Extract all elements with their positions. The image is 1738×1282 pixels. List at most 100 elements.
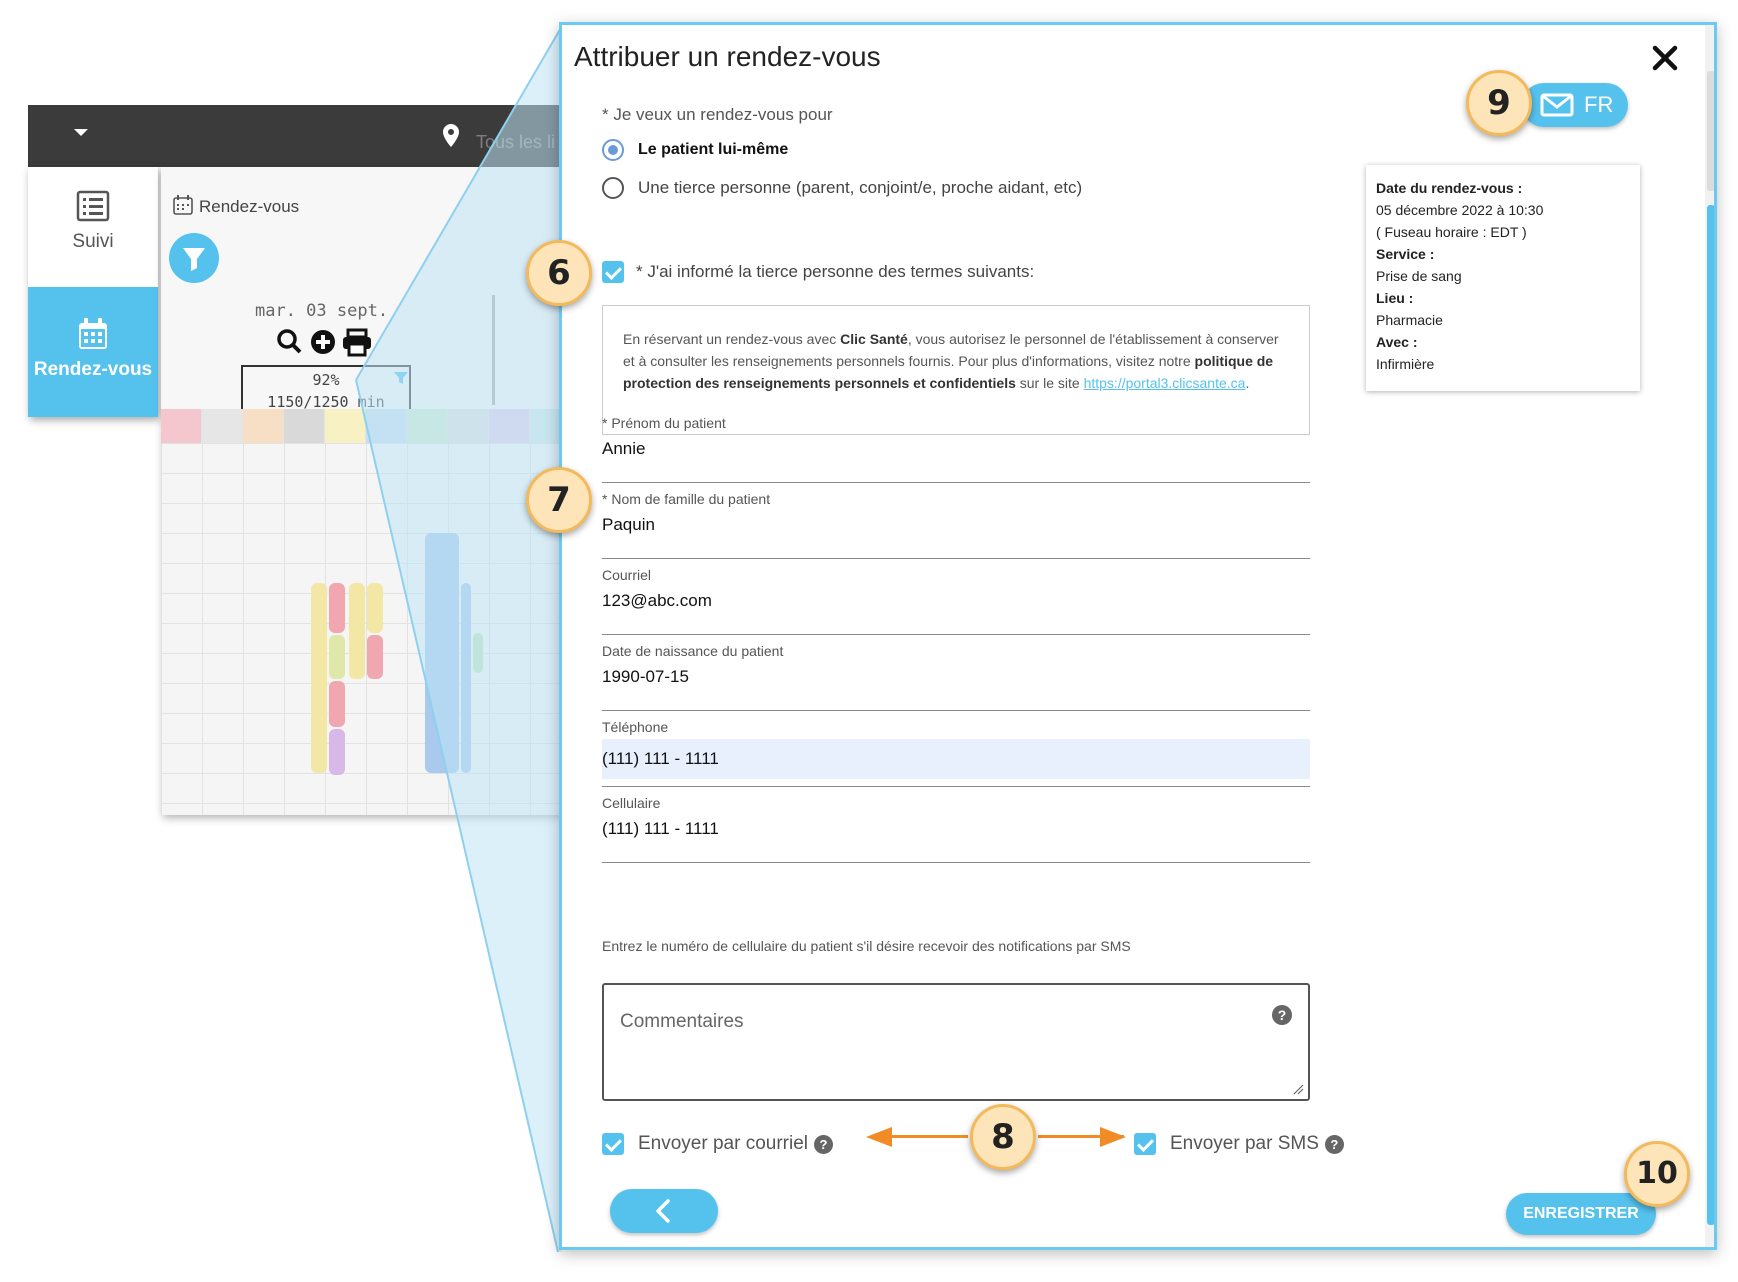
send-sms-checkbox[interactable] [1134,1133,1156,1155]
informed-checkbox[interactable] [602,261,624,283]
informed-checkbox-row[interactable]: * J'ai informé la tierce personne des te… [602,261,1034,283]
appointment-slot[interactable] [329,729,345,775]
send-sms-row[interactable]: Envoyer par SMS ? [1134,1133,1344,1155]
help-icon[interactable]: ? [1324,1134,1344,1154]
appointment-summary: Date du rendez-vous : 05 décembre 2022 à… [1366,165,1640,391]
first-name-input[interactable] [602,435,1310,463]
appointment-slot[interactable] [461,583,471,773]
option-third-party[interactable]: Une tierce personne (parent, conjoint/e,… [602,175,1082,201]
callout-badge: 8 [970,1104,1036,1170]
scrollbar-thumb[interactable] [1707,205,1714,1225]
field-label: Cellulaire [602,795,661,811]
day-tools [277,328,371,357]
arrow-left-head-icon [866,1127,892,1147]
appointment-slot[interactable] [367,635,383,679]
cell-hint: Entrez le numéro de cellulaire du patien… [602,938,1131,954]
location-pin-icon [443,124,459,147]
email-input[interactable] [602,587,1310,615]
cell-field: Cellulaire [602,789,1310,863]
summary-timezone: ( Fuseau horaire : EDT ) [1376,224,1527,240]
send-email-label: Envoyer par courriel [638,1133,809,1154]
nav-label-rendez-vous: Rendez-vous [33,359,153,380]
phone-input[interactable] [602,739,1310,779]
arrow-left-line [880,1135,968,1138]
add-circle-icon[interactable] [311,330,335,354]
calendar-icon [79,318,107,349]
appointment-modal: Attribuer un rendez-vous * Je veux un re… [559,22,1717,1250]
top-bar: Tous les li [28,105,568,167]
help-icon[interactable]: ? [1272,1005,1292,1025]
summary-place-value: Pharmacie [1376,312,1443,328]
save-button[interactable]: ENREGISTRER [1506,1193,1656,1235]
birthdate-input[interactable] [602,663,1310,691]
terms-brand: Clic Santé [840,331,908,347]
envelope-icon [1540,93,1574,117]
scrollbar-track-top [1707,71,1714,191]
side-nav: Suivi Rendez-vous [28,167,158,417]
filter-icon [183,248,205,271]
comments-textarea[interactable]: Commentaires ? [602,983,1310,1101]
terms-link[interactable]: https://portal3.clicsante.ca [1084,375,1246,391]
appointment-slot[interactable] [425,533,459,773]
filter-button[interactable] [169,233,219,283]
option-patient-self[interactable]: Le patient lui-même [602,137,788,163]
last-name-input[interactable] [602,511,1310,539]
help-icon[interactable]: ? [814,1134,834,1154]
callout-badge: 9 [1466,70,1532,136]
scrollbar[interactable] [1705,25,1714,1247]
first-name-field: * Prénom du patient [602,409,1310,483]
radio-selected[interactable] [602,139,624,161]
summary-place-key: Lieu : [1376,290,1414,306]
radio-unselected[interactable] [602,177,624,199]
callout-badge: 7 [526,467,592,533]
send-sms-label: Envoyer par SMS [1170,1133,1319,1154]
send-email-row[interactable]: Envoyer par courriel ? [602,1133,834,1155]
appointment-slot[interactable] [329,583,345,633]
appointment-slot[interactable] [349,583,365,679]
send-email-checkbox[interactable] [602,1133,624,1155]
language-button[interactable]: FR [1522,83,1628,127]
resource-color-row [161,409,571,443]
summary-service-value: Prise de sang [1376,268,1462,284]
print-icon[interactable] [343,328,371,357]
appointment-slot[interactable] [367,583,383,633]
day-date: mar. 03 sept. [255,301,389,321]
field-label: Courriel [602,567,652,583]
calendar-grid [161,443,571,815]
birthdate-field: Date de naissance du patient [602,637,1310,711]
capacity-percent: 92% [312,371,340,389]
option-label: Une tierce personne (parent, conjoint/e,… [638,178,1083,197]
terms-part: sur le site [1015,375,1084,391]
informed-label: * J'ai informé la tierce personne des te… [636,262,1035,281]
appointment-slot[interactable] [329,635,345,679]
location-selector[interactable]: Tous les li [476,132,555,153]
field-label: Date de naissance du patient [602,643,784,659]
day-divider [492,295,495,405]
last-name-field: * Nom de famille du patient [602,485,1310,559]
modal-title: Attribuer un rendez-vous [574,41,881,72]
resize-handle-icon[interactable] [1292,1083,1304,1095]
comments-placeholder: Commentaires [620,1011,744,1032]
arrow-right-head-icon [1100,1127,1126,1147]
email-field: Courriel [602,561,1310,635]
appointment-for-label: * Je veux un rendez-vous pour [602,105,833,124]
dropdown-caret-icon[interactable] [74,129,88,136]
appointment-slot[interactable] [311,583,327,773]
back-button[interactable] [610,1189,718,1233]
summary-with-key: Avec : [1376,334,1418,350]
chevron-left-icon [656,1199,670,1223]
appointment-slot[interactable] [473,633,483,673]
close-icon[interactable] [1652,45,1678,71]
summary-service-key: Service : [1376,246,1435,262]
calendar-title: Rendez-vous [199,197,300,216]
field-label: * Nom de famille du patient [602,491,771,507]
callout-badge: 6 [526,240,592,306]
nav-item-suivi[interactable]: Suivi [28,167,158,287]
cell-input[interactable] [602,815,1310,843]
capacity-filter-icon [394,372,408,384]
appointment-slot[interactable] [329,681,345,727]
nav-item-rendez-vous[interactable]: Rendez-vous [28,287,158,417]
option-label: Le patient lui-même [638,141,789,158]
field-label: Téléphone [602,719,669,735]
search-icon[interactable] [277,329,302,354]
